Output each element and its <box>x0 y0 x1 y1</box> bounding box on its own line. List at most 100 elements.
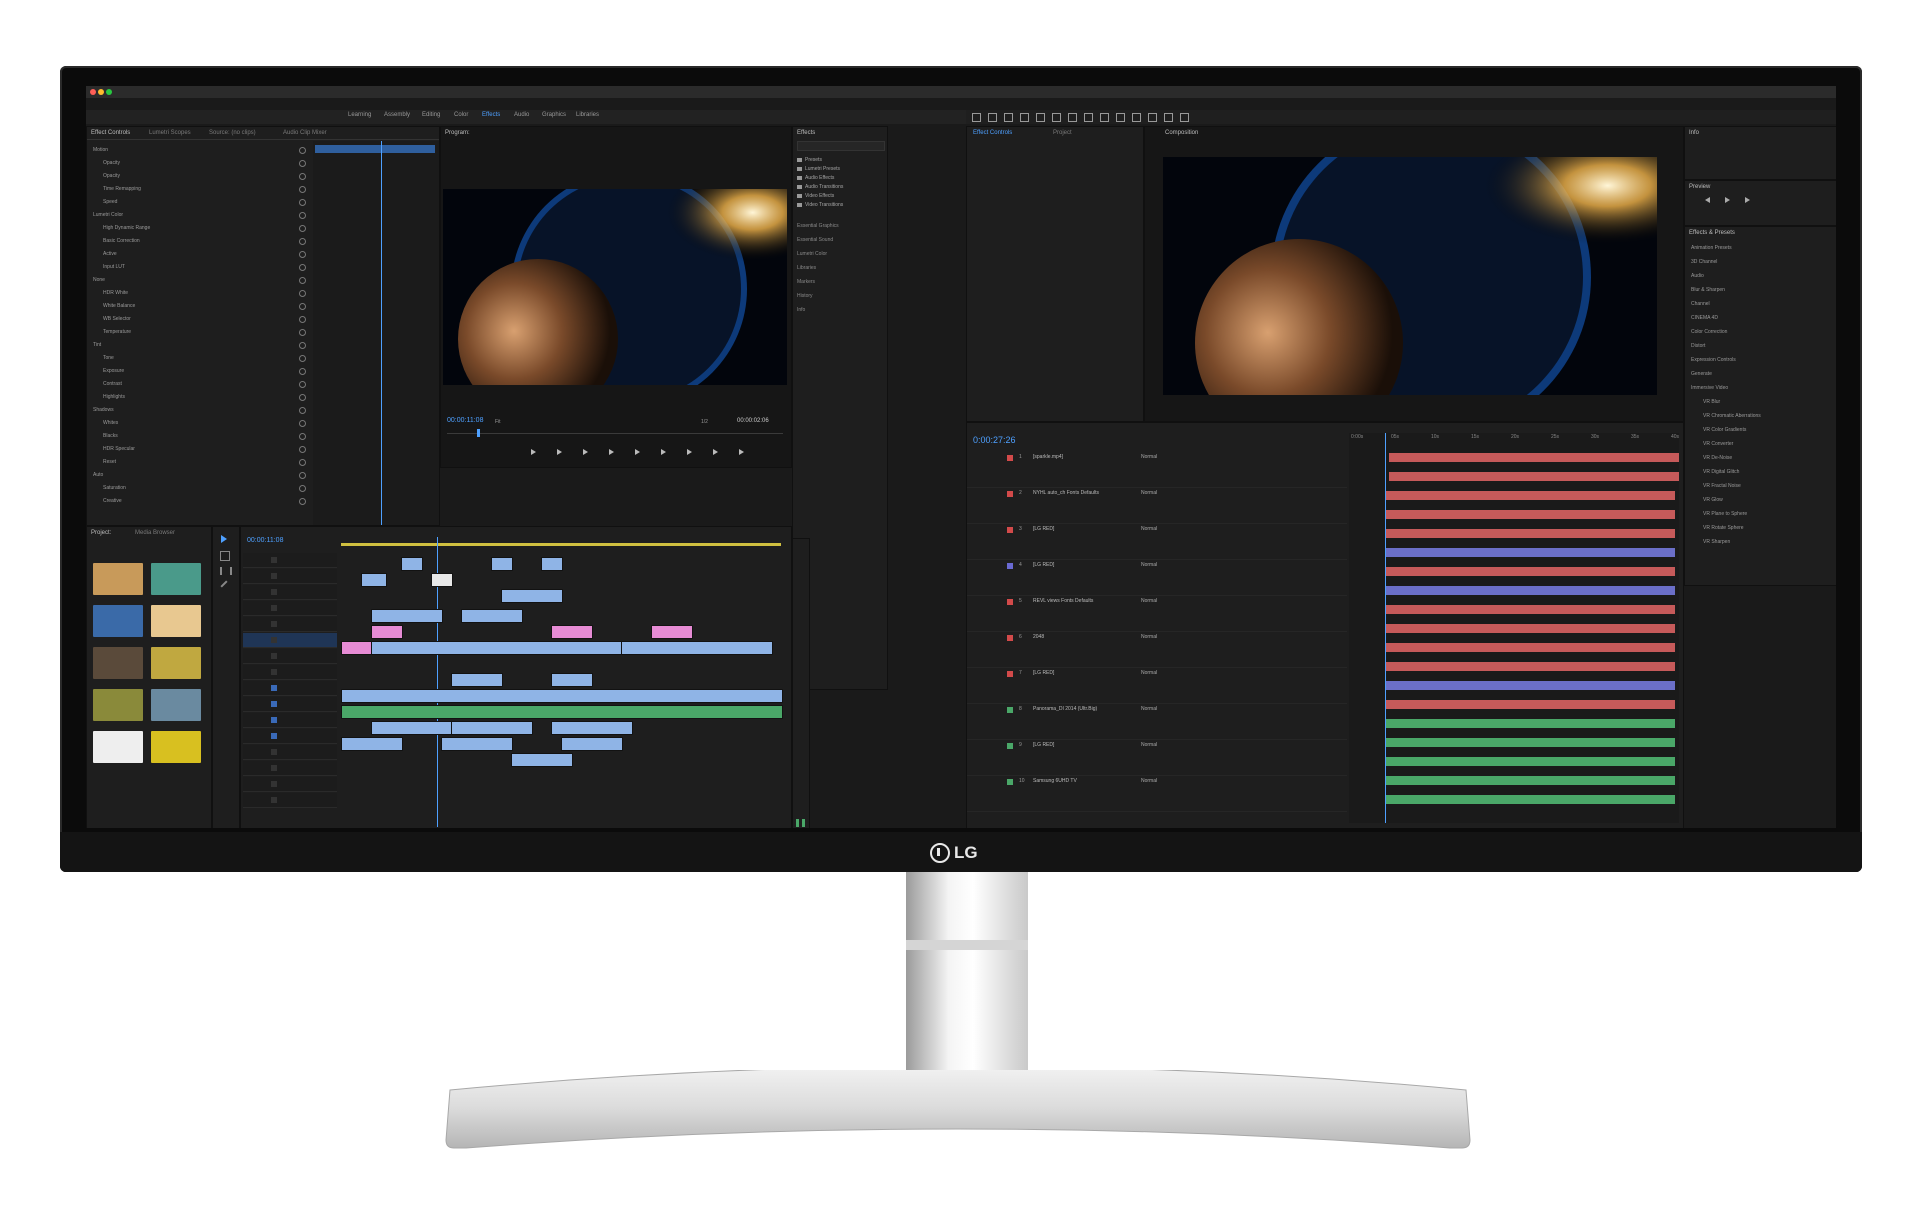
track-header[interactable] <box>243 713 337 728</box>
stopwatch-icon[interactable] <box>299 160 306 167</box>
ae-effect-item[interactable]: VR Fractal Noise <box>1703 483 1741 489</box>
effect-property[interactable]: Whites <box>103 420 118 426</box>
effects-folder-item[interactable]: Lumetri Presets <box>805 166 840 172</box>
workspace-color[interactable]: Color <box>454 112 468 118</box>
loop-icon[interactable] <box>713 449 718 455</box>
layer-duration-bar[interactable] <box>1385 662 1675 671</box>
track-header[interactable] <box>243 745 337 760</box>
ae-effect-item[interactable]: 3D Channel <box>1691 259 1717 265</box>
track-select-tool-icon[interactable] <box>220 551 230 561</box>
project-clip-thumbnail[interactable] <box>93 731 143 763</box>
effect-property[interactable]: Opacity <box>103 160 120 166</box>
text-tool-icon[interactable] <box>1100 113 1109 122</box>
track-toggle-icon[interactable] <box>271 669 277 675</box>
track-toggle-icon[interactable] <box>271 557 277 563</box>
track-toggle-icon[interactable] <box>271 781 277 787</box>
track-toggle-icon[interactable] <box>271 685 277 691</box>
pen-tool-icon[interactable] <box>1084 113 1093 122</box>
timeline-clip[interactable] <box>621 641 773 655</box>
layer-color-label[interactable] <box>1007 491 1013 497</box>
stopwatch-icon[interactable] <box>299 212 306 219</box>
layer-name[interactable]: [sparkle.mp4] <box>1033 454 1063 460</box>
ae-comp-timecode[interactable]: 0:00:27:26 <box>973 435 1016 445</box>
project-clip-thumbnail[interactable] <box>151 731 201 763</box>
stopwatch-icon[interactable] <box>299 420 306 427</box>
effects-search-input[interactable] <box>797 141 885 151</box>
timeline-clip[interactable] <box>491 557 513 571</box>
timeline-clip[interactable] <box>511 753 573 767</box>
ae-timeline-graph[interactable]: 0:00s 05s 10s 15s 20s 25s 30s 35s 40s <box>1349 433 1679 823</box>
ae-effect-item[interactable]: VR Glow <box>1703 497 1723 503</box>
stopwatch-icon[interactable] <box>299 316 306 323</box>
track-toggle-icon[interactable] <box>271 749 277 755</box>
ae-effect-item[interactable]: Channel <box>1691 301 1710 307</box>
track-header[interactable] <box>243 777 337 792</box>
stopwatch-icon[interactable] <box>299 446 306 453</box>
project-clip-thumbnail[interactable] <box>151 605 201 637</box>
layer-duration-bar[interactable] <box>1385 491 1675 500</box>
layer-duration-bar[interactable] <box>1385 795 1675 804</box>
project-clip-thumbnail[interactable] <box>93 647 143 679</box>
effect-property[interactable]: Active <box>103 251 117 257</box>
layer-color-label[interactable] <box>1007 707 1013 713</box>
layer-duration-bar[interactable] <box>1385 719 1675 728</box>
layer-name[interactable]: [LG RED] <box>1033 670 1054 676</box>
track-toggle-icon[interactable] <box>271 621 277 627</box>
timeline-clip[interactable] <box>551 673 593 687</box>
layer-mode-select[interactable]: Normal <box>1141 706 1157 712</box>
timeline-clip[interactable] <box>551 625 593 639</box>
effect-property[interactable]: Time Remapping <box>103 186 141 192</box>
workspace-libraries[interactable]: Libraries <box>576 112 599 118</box>
effect-property[interactable]: Basic Correction <box>103 238 140 244</box>
timeline-clip[interactable] <box>371 609 443 623</box>
stopwatch-icon[interactable] <box>299 238 306 245</box>
selection-tool-icon[interactable] <box>221 535 227 543</box>
ae-effect-item[interactable]: VR De-Noise <box>1703 455 1732 461</box>
tab-audio-clip-mixer[interactable]: Audio Clip Mixer <box>283 130 327 136</box>
next-edit-icon[interactable] <box>635 449 640 455</box>
side-panel-item[interactable]: History <box>797 293 813 299</box>
project-clip-thumbnail[interactable] <box>93 605 143 637</box>
export-icon[interactable] <box>739 449 744 455</box>
workspace-graphics[interactable]: Graphics <box>542 112 566 118</box>
effect-property[interactable]: Auto <box>93 472 103 478</box>
layer-duration-bar[interactable] <box>1385 738 1675 747</box>
effect-property[interactable]: Highlights <box>103 394 125 400</box>
project-clip-thumbnail[interactable] <box>93 689 143 721</box>
timeline-clip[interactable] <box>341 705 783 719</box>
stopwatch-icon[interactable] <box>299 459 306 466</box>
timeline-clip[interactable] <box>341 641 373 655</box>
layer-mode-select[interactable]: Normal <box>1141 490 1157 496</box>
effect-property[interactable]: Input LUT <box>103 264 125 270</box>
layer-color-label[interactable] <box>1007 743 1013 749</box>
layer-duration-bar[interactable] <box>1385 529 1675 538</box>
layer-duration-bar[interactable] <box>1385 776 1675 785</box>
side-panel-item[interactable]: Essential Graphics <box>797 223 839 229</box>
track-header[interactable] <box>243 601 337 616</box>
layer-duration-bar[interactable] <box>1385 643 1675 652</box>
tab-effect-controls[interactable]: Effect Controls <box>91 130 130 136</box>
track-toggle-icon[interactable] <box>271 733 277 739</box>
timeline-clip[interactable] <box>461 609 523 623</box>
workspace-effects[interactable]: Effects <box>482 112 500 118</box>
pan-tool-icon[interactable] <box>1052 113 1061 122</box>
layer-mode-select[interactable]: Normal <box>1141 670 1157 676</box>
layer-color-label[interactable] <box>1007 671 1013 677</box>
track-header[interactable] <box>243 681 337 696</box>
hand-tool-icon[interactable] <box>988 113 997 122</box>
maximize-window-icon[interactable] <box>106 89 112 95</box>
layer-name[interactable]: [LG RED] <box>1033 742 1054 748</box>
clone-tool-icon[interactable] <box>1132 113 1141 122</box>
layer-duration-bar[interactable] <box>1385 681 1675 690</box>
rect-tool-icon[interactable] <box>1068 113 1077 122</box>
effect-property[interactable]: HDR White <box>103 290 128 296</box>
stopwatch-icon[interactable] <box>299 368 306 375</box>
effect-property[interactable]: Opacity <box>103 173 120 179</box>
ae-effect-item[interactable]: VR Rotate Sphere <box>1703 525 1744 531</box>
stopwatch-icon[interactable] <box>299 394 306 401</box>
track-toggle-icon[interactable] <box>271 637 277 643</box>
tab-source[interactable]: Source: (no clips) <box>209 130 256 136</box>
ae-effect-item[interactable]: VR Blur <box>1703 399 1720 405</box>
ae-effect-item[interactable]: VR Sharpen <box>1703 539 1730 545</box>
timeline-clip[interactable] <box>401 557 423 571</box>
